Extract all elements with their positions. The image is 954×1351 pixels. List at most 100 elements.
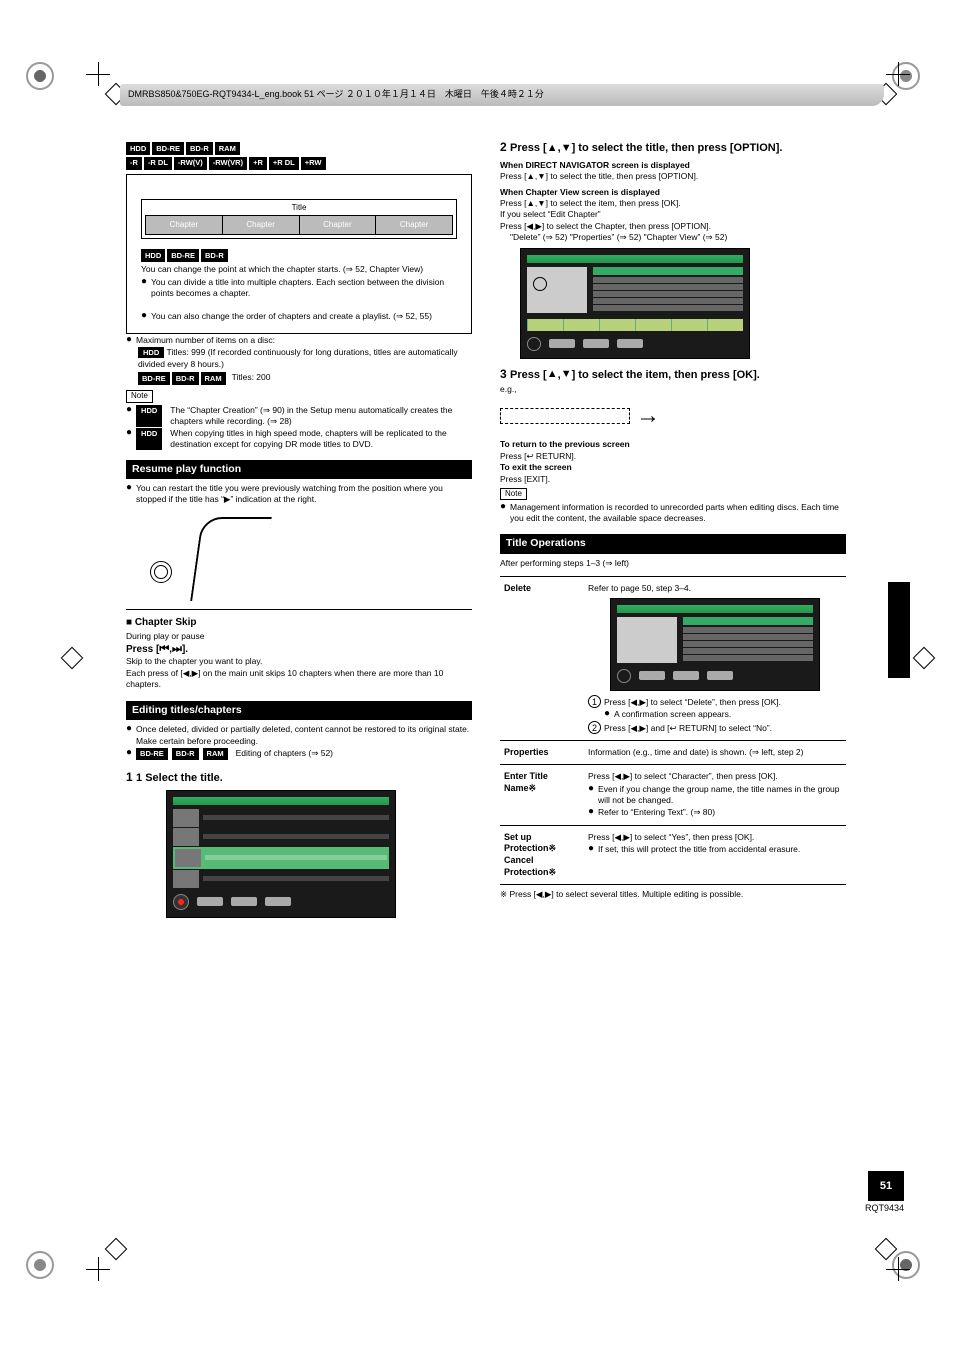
- resume-text: You can restart the title you were previ…: [136, 483, 472, 505]
- chip-hdd: HDD: [136, 405, 162, 427]
- operations-table: Delete Refer to page 50, step 3–4.: [500, 576, 846, 886]
- chip-ram: RAM: [201, 372, 226, 385]
- note-line2: When copying titles in high speed mode, …: [170, 428, 472, 450]
- note-line1: The “Chapter Creation” (⇒ 90) in the Set…: [170, 405, 472, 427]
- crop-cross: [86, 1257, 110, 1281]
- chip-rwvr: -RW(VR): [209, 157, 247, 170]
- reg-mark-bottom-left: [22, 1247, 66, 1291]
- inner-cross-icon: [64, 650, 80, 666]
- inner-cross-icon: [108, 1241, 124, 1257]
- menu-item: [593, 284, 743, 290]
- table-row: Delete Refer to page 50, step 3–4.: [500, 577, 846, 741]
- step-number: 1: [126, 770, 133, 784]
- op-protection-label: Set up Protection※ Cancel Protection※: [500, 826, 584, 885]
- down-icon: ▼: [561, 369, 572, 380]
- chip-ram: RAM: [203, 748, 228, 761]
- title-ops-intro: After performing steps 1–3 (⇒ left): [500, 558, 846, 569]
- bullet-icon: ●: [604, 709, 610, 720]
- chapter-skip-line: Skip to the chapter you want to play.: [126, 656, 472, 667]
- bullet-icon: ●: [126, 748, 132, 761]
- chip-bdr: BD-R: [186, 142, 213, 155]
- left-column: HDD BD-RE BD-R RAM -R -R DL -RW(V) -RW(V…: [126, 140, 472, 922]
- step3-eg: e.g.,: [500, 384, 846, 395]
- crop-cross: [886, 1257, 910, 1281]
- max-items-hdd-text: Titles: 999 (If recorded continuously fo…: [138, 347, 458, 368]
- chapter-cell: Chapter: [299, 215, 376, 234]
- footer-code: RQT9434: [865, 1203, 904, 1215]
- table-row: Enter Title Name※ Press [◀,▶] to select …: [500, 765, 846, 825]
- chip-ram: RAM: [215, 142, 240, 155]
- chip-rwv: -RW(V): [174, 157, 207, 170]
- section-editing-titles: Editing titles/chapters: [126, 701, 472, 721]
- op-entertitle-b3: Refer to “Entering Text”. (⇒ 80): [598, 807, 715, 818]
- exit-body: Press [EXIT].: [500, 474, 846, 485]
- chip-bdre: BD-RE: [138, 372, 170, 385]
- section-title-operations: Title Operations: [500, 534, 846, 554]
- chip-bdre: BD-RE: [136, 748, 168, 761]
- up-icon: ▲: [547, 369, 558, 380]
- table-row: Properties Information (e.g., time and d…: [500, 741, 846, 766]
- diagram-bullet: You can divide a title into multiple cha…: [151, 277, 457, 299]
- bullet-icon: ●: [126, 335, 132, 346]
- side-gutter-marker: [888, 582, 910, 678]
- chip-hdd: HDD: [136, 428, 162, 450]
- chip-prdl: +R DL: [269, 157, 299, 170]
- op-entertitle-b1: Press [◀,▶] to select “Character”, then …: [588, 771, 842, 782]
- down-icon: ▼: [561, 143, 572, 154]
- diagram-text: You can change the point at which the ch…: [141, 264, 457, 275]
- bullet-icon: ●: [588, 784, 594, 806]
- table-row: Set up Protection※ Cancel Protection※ Pr…: [500, 826, 846, 886]
- diagram-title-label: Title: [145, 203, 453, 213]
- max-items-discs-text: Titles: 200: [232, 372, 271, 385]
- panel-button: [265, 897, 291, 906]
- op-delete-body: Refer to page 50, step 3–4.: [588, 583, 842, 594]
- chip-bdre: BD-RE: [152, 142, 184, 155]
- step-number: 2: [500, 140, 507, 154]
- direct-navigator-panel: [166, 790, 396, 918]
- editing-bullet: Once deleted, divided or partially delet…: [136, 724, 472, 746]
- skip-prev-icon: ⏮: [159, 644, 169, 655]
- panel-button: [231, 897, 257, 906]
- chapter-cell: Chapter: [222, 215, 299, 234]
- menu-item: [593, 267, 743, 275]
- ball-icon: [150, 561, 172, 583]
- bullet-icon: ●: [588, 807, 594, 818]
- chapter-skip-line: Each press of [◀,▶] on the main unit ski…: [126, 668, 472, 691]
- bullet-icon: ●: [126, 483, 132, 505]
- note-label: Note: [500, 488, 527, 500]
- chapter-skip-heading: ■ Chapter Skip: [126, 616, 472, 629]
- step2-sub2-body2: If you select “Edit Chapter”: [500, 209, 846, 220]
- circled-2-icon: 2: [588, 721, 601, 734]
- menu-item: [593, 291, 743, 297]
- op-delete-step1-sub: A confirmation screen appears.: [614, 709, 731, 720]
- chip-r: -R: [126, 157, 142, 170]
- chip-pr: +R: [249, 157, 267, 170]
- step2-sub2: When Chapter View screen is displayed: [500, 187, 846, 198]
- inner-cross-icon: [878, 1241, 894, 1257]
- note2-text: Management information is recorded to un…: [510, 502, 846, 524]
- step2-refs: "Delete” (⇒ 52) "Properties” (⇒ 52) "Cha…: [500, 232, 846, 243]
- bullet-icon: ●: [500, 502, 506, 524]
- circled-1-icon: 1: [588, 695, 601, 708]
- op-entertitle-label: Enter Title Name※: [500, 765, 584, 824]
- bullet-icon: ●: [126, 405, 132, 427]
- op-protection-b2: If set, this will protect the title from…: [598, 844, 800, 855]
- editing-bullet: Editing of chapters (⇒ 52): [236, 748, 333, 761]
- op-delete-step1: Press [◀,▶] to select “Delete”, then pre…: [604, 697, 781, 707]
- op-properties-label: Properties: [500, 741, 584, 765]
- nav-wheel-icon: [527, 337, 541, 351]
- nav-wheel-icon: [173, 894, 189, 910]
- chapter-cell: Chapter: [146, 215, 223, 234]
- bullet-icon: ●: [141, 277, 147, 299]
- title-chapter-diagram: Title Chapter Chapter Chapter Chapter HD…: [126, 174, 472, 335]
- section-resume-play: Resume play function: [126, 460, 472, 480]
- divider: [126, 609, 472, 610]
- skip-next-icon: ⏭: [172, 644, 182, 655]
- media-chips: HDD BD-RE BD-R RAM: [126, 142, 472, 155]
- inner-cross-icon: [916, 650, 932, 666]
- right-column: 2 Press [▲,▼] to select the title, then …: [500, 140, 846, 922]
- chip-hdd: HDD: [126, 142, 150, 155]
- page-number: 51: [868, 1171, 904, 1201]
- op-delete-label: Delete: [500, 577, 584, 740]
- return-body: Press [↩ RETURN].: [500, 451, 846, 462]
